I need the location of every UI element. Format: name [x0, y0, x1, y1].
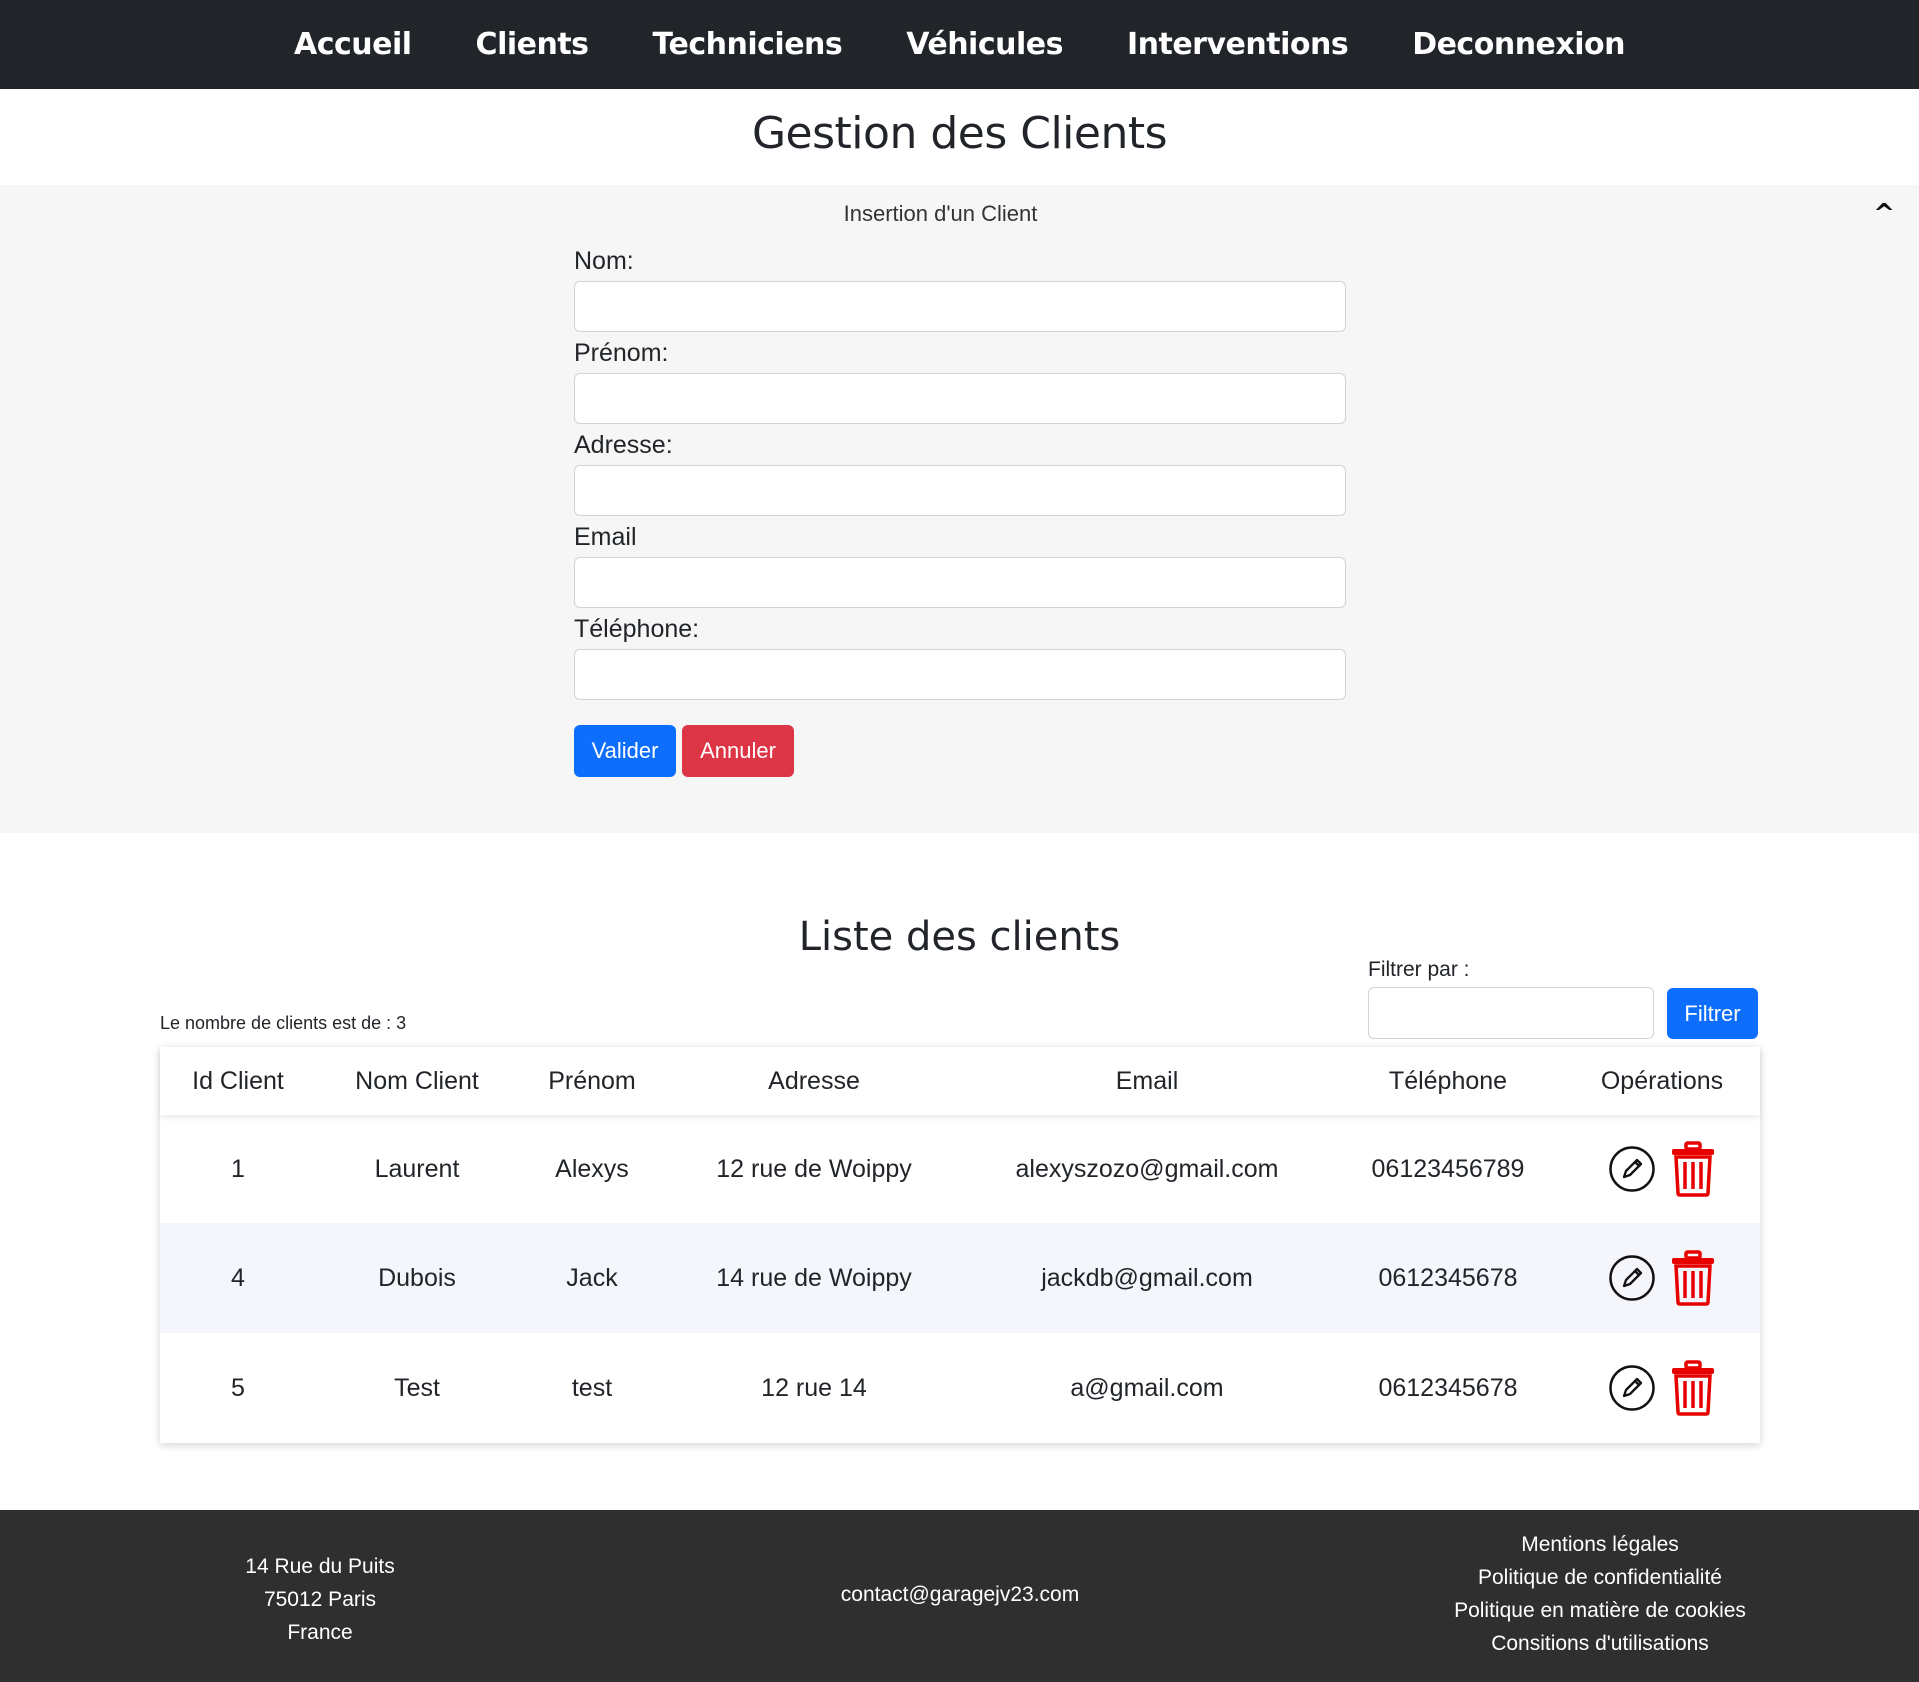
form-group-email: Email [574, 523, 1346, 608]
cell-operations [1564, 1223, 1760, 1333]
table-row: 5 Test test 12 rue 14 a@gmail.com 061234… [160, 1333, 1760, 1443]
edit-icon[interactable] [1608, 1364, 1656, 1412]
adresse-label: Adresse: [574, 431, 673, 459]
nom-label: Nom: [574, 247, 634, 275]
table-row: 4 Dubois Jack 14 rue de Woippy jackdb@gm… [160, 1223, 1760, 1333]
cell-telephone: 06123456789 [1371, 1154, 1525, 1183]
cell-nom: Test [394, 1373, 440, 1402]
cell-id: 4 [231, 1263, 245, 1292]
cell-adresse: 12 rue de Woippy [716, 1154, 912, 1183]
cell-adresse: 12 rue 14 [761, 1373, 867, 1402]
collapse-toggle-icon[interactable]: ^ [1873, 199, 1895, 229]
address-line-city: 75012 Paris [263, 1588, 377, 1611]
list-title: Liste des clients [798, 914, 1121, 960]
address-line-country: France [287, 1621, 353, 1644]
filter-button[interactable]: Filtrer [1667, 988, 1758, 1039]
insert-client-panel: Insertion d'un Client ^ Nom: Prénom: Adr… [0, 185, 1919, 833]
edit-icon[interactable] [1608, 1145, 1656, 1193]
prenom-label: Prénom: [574, 339, 669, 367]
footer-link-mentions-legales[interactable]: Mentions légales [1400, 1528, 1800, 1561]
footer: 14 Rue du Puits 75012 Paris France conta… [0, 1510, 1919, 1682]
footer-address: 14 Rue du Puits 75012 Paris France [200, 1550, 440, 1649]
filter-label: Filtrer par : [1368, 958, 1470, 981]
edit-icon[interactable] [1608, 1254, 1656, 1302]
col-header-nom[interactable]: Nom Client [316, 1047, 518, 1115]
clients-table: Id Client Nom Client Prénom Adresse Emai… [160, 1047, 1760, 1443]
prenom-input[interactable] [574, 373, 1346, 424]
cell-telephone: 0612345678 [1378, 1373, 1518, 1402]
footer-link-confidentialite[interactable]: Politique de confidentialité [1400, 1561, 1800, 1594]
footer-link-conditions[interactable]: Consitions d'utilisations [1400, 1627, 1800, 1660]
footer-links: Mentions légales Politique de confidenti… [1400, 1528, 1800, 1660]
nav-link-techniciens[interactable]: Techniciens [653, 27, 843, 62]
valider-button[interactable]: Valider [574, 725, 676, 777]
email-input[interactable] [574, 557, 1346, 608]
cell-email: jackdb@gmail.com [1041, 1263, 1253, 1292]
trash-icon[interactable] [1670, 1250, 1716, 1306]
cell-operations [1564, 1333, 1760, 1443]
form-group-prenom: Prénom: [574, 339, 1346, 424]
nav-link-accueil[interactable]: Accueil [294, 27, 412, 62]
nav-link-interventions[interactable]: Interventions [1127, 27, 1349, 62]
adresse-input[interactable] [574, 465, 1346, 516]
annuler-button[interactable]: Annuler [682, 725, 794, 777]
col-header-id[interactable]: Id Client [160, 1047, 316, 1115]
cell-prenom: Alexys [555, 1154, 629, 1183]
clients-table-card: Id Client Nom Client Prénom Adresse Emai… [160, 1047, 1760, 1443]
cell-prenom: Jack [566, 1263, 618, 1292]
nav-link-vehicules[interactable]: Véhicules [906, 27, 1063, 62]
client-count-text: Le nombre de clients est de : 3 [160, 1013, 407, 1033]
form-group-adresse: Adresse: [574, 431, 1346, 516]
cell-nom: Dubois [378, 1263, 456, 1292]
col-header-prenom[interactable]: Prénom [518, 1047, 666, 1115]
col-header-email[interactable]: Email [962, 1047, 1332, 1115]
trash-icon[interactable] [1670, 1360, 1716, 1416]
form-group-telephone: Téléphone: [574, 615, 1346, 700]
table-row: 1 Laurent Alexys 12 rue de Woippy alexys… [160, 1115, 1760, 1223]
cell-id: 1 [231, 1154, 245, 1183]
nav-link-deconnexion[interactable]: Deconnexion [1412, 27, 1625, 62]
cell-nom: Laurent [374, 1154, 460, 1183]
filter-input[interactable] [1368, 987, 1654, 1039]
cell-prenom: test [571, 1373, 613, 1402]
insert-panel-title: Insertion d'un Client [843, 201, 1038, 226]
trash-icon[interactable] [1670, 1141, 1716, 1197]
col-header-telephone[interactable]: Téléphone [1332, 1047, 1564, 1115]
cell-telephone: 0612345678 [1378, 1263, 1518, 1292]
cell-email: a@gmail.com [1070, 1373, 1224, 1402]
table-header-row: Id Client Nom Client Prénom Adresse Emai… [160, 1047, 1760, 1115]
cell-email: alexyszozo@gmail.com [1015, 1154, 1279, 1183]
cell-operations [1564, 1115, 1760, 1223]
col-header-operations: Opérations [1600, 1066, 1724, 1095]
nom-input[interactable] [574, 281, 1346, 332]
footer-link-cookies[interactable]: Politique en matière de cookies [1400, 1594, 1800, 1627]
form-group-nom: Nom: [574, 247, 1346, 332]
telephone-input[interactable] [574, 649, 1346, 700]
email-label: Email [574, 523, 637, 551]
footer-contact-email[interactable]: contact@garagejv23.com [760, 1583, 1160, 1607]
cell-id: 5 [231, 1373, 245, 1402]
address-line-street: 14 Rue du Puits [245, 1555, 395, 1578]
telephone-label: Téléphone: [574, 615, 700, 643]
cell-adresse: 14 rue de Woippy [716, 1263, 912, 1292]
page-title: Gestion des Clients [751, 108, 1168, 159]
top-navbar: Accueil Clients Techniciens Véhicules In… [0, 0, 1919, 89]
col-header-adresse[interactable]: Adresse [666, 1047, 962, 1115]
nav-link-clients[interactable]: Clients [476, 27, 589, 62]
